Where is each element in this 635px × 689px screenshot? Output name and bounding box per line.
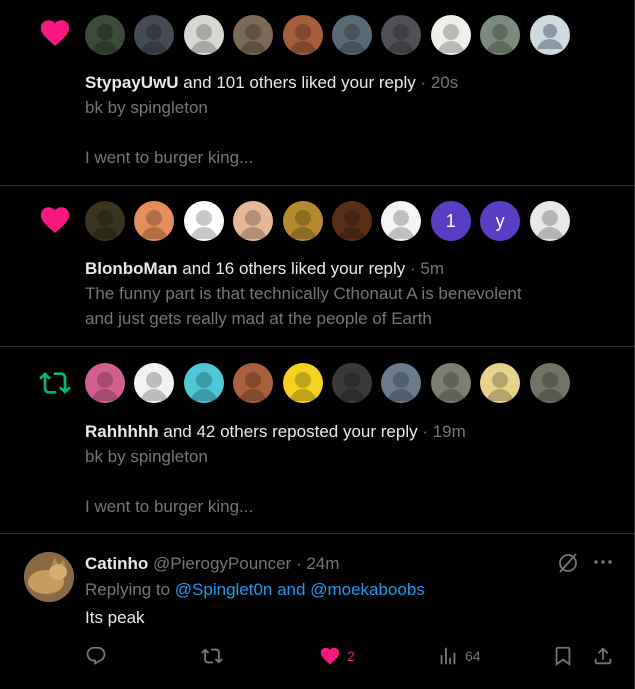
user-avatar[interactable] (529, 15, 570, 55)
reply-text-line-3: I went to burger king... (85, 497, 254, 516)
actor-name[interactable]: StypayUwU (85, 73, 179, 92)
repost-icon (38, 366, 72, 400)
user-avatar[interactable] (134, 201, 175, 241)
notification-repost[interactable]: Rahhhhh and 42 others reposted your repl… (0, 347, 634, 534)
reply-text-line-3: I went to burger king... (85, 148, 254, 167)
user-avatar[interactable] (430, 15, 471, 55)
user-avatar[interactable] (233, 15, 274, 55)
liker-avatars: 1y (85, 201, 570, 241)
bookmark-button[interactable] (552, 645, 574, 667)
user-avatar[interactable] (85, 15, 125, 55)
bookmark-icon (552, 645, 574, 667)
user-avatar[interactable] (331, 363, 372, 403)
user-avatar[interactable] (381, 363, 422, 403)
reposter-avatars (85, 363, 570, 403)
like-button[interactable]: 2 (319, 645, 355, 667)
grok-icon[interactable] (556, 551, 580, 575)
user-avatar[interactable] (85, 201, 125, 241)
summary-text: and 42 others reposted your reply (158, 422, 418, 441)
user-avatar[interactable] (282, 201, 323, 241)
notification-summary: StypayUwU and 101 others liked your repl… (85, 73, 459, 92)
user-avatar[interactable] (183, 15, 224, 55)
user-avatar[interactable] (134, 363, 175, 403)
reply-text-line-1: bk by spingleton (85, 447, 208, 466)
user-avatar[interactable] (480, 363, 521, 403)
avatar[interactable] (24, 552, 74, 602)
user-avatar[interactable] (233, 363, 274, 403)
user-avatar[interactable] (381, 201, 422, 241)
repost-button[interactable] (201, 645, 223, 667)
user-avatar[interactable]: 1 (430, 201, 471, 241)
reply-text-line-2: and just gets really mad at the people o… (85, 309, 432, 328)
reply-icon (85, 645, 107, 667)
replying-to-links[interactable]: @Spinglet0n and @moekaboobs (175, 580, 425, 599)
tweet-header: Catinho @PierogyPouncer · 24m (85, 554, 340, 573)
actor-name[interactable]: BlonboMan (85, 259, 178, 278)
reply-text-line-1: The funny part is that technically Cthon… (85, 284, 522, 303)
avatar-letter: y (495, 210, 505, 231)
summary-text: and 16 others liked your reply (177, 259, 406, 278)
reply-text-line-1: bk by spingleton (85, 98, 208, 117)
views-icon (437, 645, 459, 667)
reply-button[interactable] (85, 645, 107, 667)
tweet-timestamp[interactable]: 24m (306, 554, 339, 573)
tweet-text: Its peak (85, 608, 145, 627)
user-avatar[interactable] (480, 15, 521, 55)
liker-avatars (85, 15, 570, 55)
repost-icon (201, 645, 223, 667)
user-avatar[interactable] (381, 15, 422, 55)
user-avatar[interactable] (529, 363, 570, 403)
user-avatar[interactable] (85, 363, 125, 403)
user-avatar[interactable] (529, 201, 570, 241)
views-button[interactable]: 64 (437, 645, 481, 667)
replying-to: Replying to @Spinglet0n and @moekaboobs (85, 580, 425, 599)
timestamp: 20s (430, 73, 459, 92)
like-count: 2 (347, 648, 355, 664)
notifications-timeline: StypayUwU and 101 others liked your repl… (0, 0, 635, 689)
user-avatar[interactable] (331, 201, 372, 241)
share-icon (592, 645, 614, 667)
summary-text: and 101 others liked your reply (178, 73, 416, 92)
user-avatar[interactable] (430, 363, 471, 403)
timestamp: 19m (432, 422, 466, 441)
share-button[interactable] (592, 645, 614, 667)
heart-icon (319, 645, 341, 667)
avatar-letter: 1 (445, 210, 456, 231)
notification-summary: BlonboMan and 16 others liked your reply… (85, 259, 445, 278)
view-count: 64 (465, 648, 481, 664)
user-avatar[interactable] (233, 201, 274, 241)
notification-like-1[interactable]: StypayUwU and 101 others liked your repl… (0, 0, 634, 186)
user-avatar[interactable] (282, 363, 323, 403)
notification-summary: Rahhhhh and 42 others reposted your repl… (85, 422, 466, 441)
author-name[interactable]: Catinho (85, 554, 148, 573)
user-avatar[interactable] (183, 201, 224, 241)
timestamp: 5m (420, 259, 445, 278)
user-avatar[interactable] (134, 15, 175, 55)
actor-name[interactable]: Rahhhhh (85, 422, 159, 441)
notification-like-2[interactable]: 1y BlonboMan and 16 others liked your re… (0, 186, 634, 347)
user-avatar[interactable] (331, 15, 372, 55)
user-avatar[interactable] (183, 363, 224, 403)
heart-icon (38, 203, 72, 237)
more-options-icon[interactable] (591, 551, 615, 575)
author-handle[interactable]: @PierogyPouncer (153, 554, 291, 573)
heart-icon (38, 16, 72, 50)
user-avatar[interactable] (282, 15, 323, 55)
user-avatar[interactable]: y (480, 201, 521, 241)
